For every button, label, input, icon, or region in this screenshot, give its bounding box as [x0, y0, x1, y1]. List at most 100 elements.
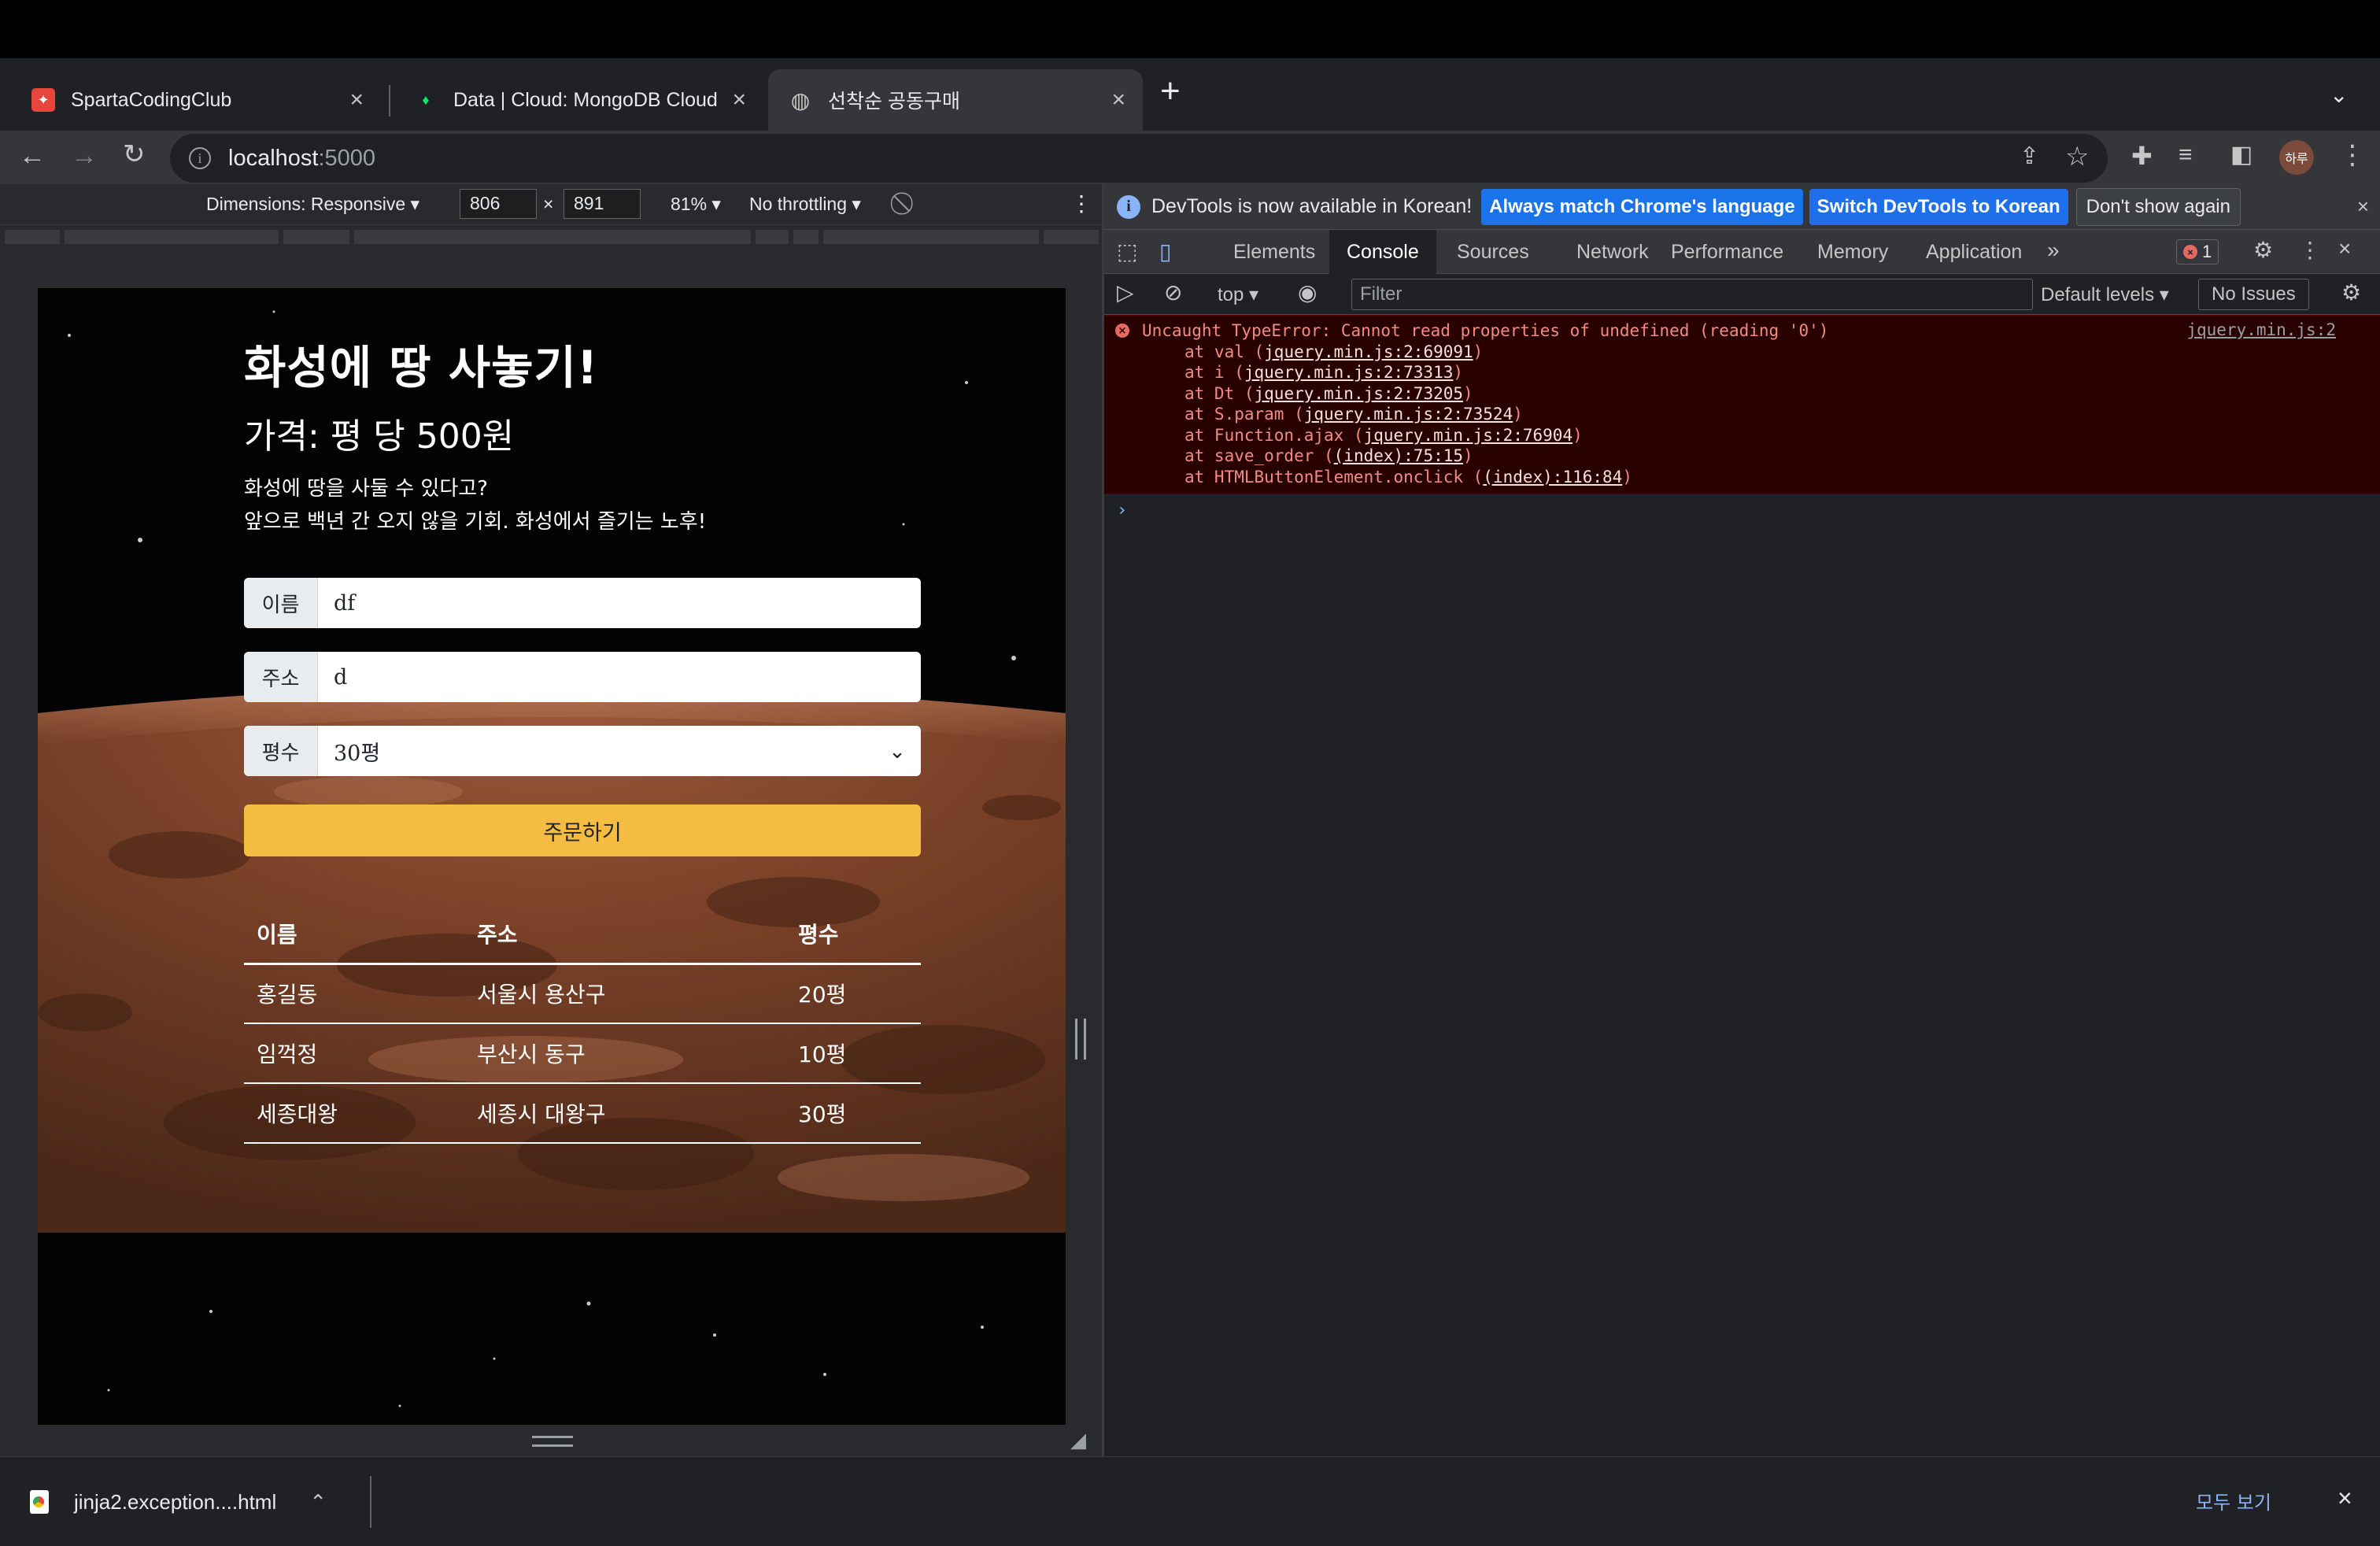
gear-icon[interactable]: ⚙	[2341, 282, 2361, 304]
show-all-downloads-button[interactable]: 모두 보기	[2196, 1487, 2271, 1515]
extensions-puzzle-icon[interactable]: ✚	[2131, 143, 2153, 168]
bookmark-star-icon[interactable]: ☆	[2065, 143, 2089, 170]
table-row: 임꺽정 부산시 동구 10평	[244, 1023, 921, 1084]
price-subtitle: 가격: 평 당 500원	[244, 416, 515, 457]
console-prompt[interactable]: ›	[1104, 501, 2380, 520]
close-icon[interactable]: ×	[2338, 238, 2351, 260]
tab-performance[interactable]: Performance	[1654, 230, 1801, 274]
match-language-button[interactable]: Always match Chrome's language	[1481, 188, 1803, 225]
tab-memory[interactable]: Memory	[1800, 230, 1905, 274]
tab-sources[interactable]: Sources	[1439, 230, 1547, 274]
tab-console[interactable]: Console	[1329, 230, 1436, 274]
viewport-resize-handle-right[interactable]	[1075, 1019, 1086, 1060]
tab-title: SpartaCodingClub	[71, 88, 232, 111]
cell-name: 임꺽정	[244, 1023, 464, 1084]
tab-strip: ✦ SpartaCodingClub × ♦ Data | Cloud: Mon…	[0, 58, 2380, 131]
mongodb-leaf-icon: ♦	[422, 91, 430, 108]
context-select[interactable]: top ▾	[1218, 283, 1258, 306]
infobar-message: DevTools is now available in Korean!	[1151, 195, 1473, 217]
log-levels-label: Default levels	[2041, 284, 2155, 305]
more-vertical-icon[interactable]: ⋮	[2299, 239, 2321, 261]
media-queue-icon[interactable]: ≡	[2179, 143, 2193, 167]
more-vertical-icon[interactable]: ⋮	[1070, 190, 1092, 216]
forward-arrow-icon[interactable]: →	[71, 142, 98, 169]
zoom-label: 81%	[671, 194, 708, 214]
inspect-element-icon[interactable]: ⬚	[1117, 241, 1137, 263]
page-content: 화성에 땅 사놓기! 가격: 평 당 500원 화성에 땅을 사둘 수 있다고?…	[244, 331, 921, 1144]
chevron-down-icon[interactable]: ⌄	[874, 726, 921, 776]
stack-frame: at S.param (jquery.min.js:2:73524)	[1184, 405, 1523, 423]
height-input[interactable]: 891	[564, 189, 641, 219]
tab-elements[interactable]: Elements	[1216, 230, 1332, 274]
clear-console-icon[interactable]: ⊘	[1164, 282, 1182, 304]
switch-korean-button[interactable]: Switch DevTools to Korean	[1809, 188, 2068, 225]
name-label: 이름	[244, 578, 318, 628]
size-field: 평수 30평 ⌄	[244, 726, 921, 776]
column-header-address: 주소	[464, 905, 785, 965]
device-toolbar: Dimensions: Responsive ▾ 806 × 891 81% ▾…	[0, 184, 1102, 225]
order-button[interactable]: 주문하기	[244, 804, 921, 856]
back-arrow-icon[interactable]: ←	[19, 142, 46, 169]
error-count-badge[interactable]: × 1	[2176, 239, 2219, 264]
sidebar-toggle-icon[interactable]: ▷	[1117, 282, 1134, 304]
tab-spartacodingclub[interactable]: ✦ SpartaCodingClub ×	[11, 69, 381, 131]
dimensions-label: Dimensions: Responsive	[206, 194, 406, 214]
stack-frame: at Dt (jquery.min.js:2:73205)	[1184, 383, 1473, 403]
zoom-select[interactable]: 81% ▾	[671, 194, 721, 215]
address-input[interactable]: d	[318, 652, 921, 702]
stack-frame: at val (jquery.min.js:2:69091)	[1184, 342, 1484, 361]
table-header-row: 이름 주소 평수	[244, 905, 921, 965]
stack-frame-link[interactable]: jquery.min.js:2:73205	[1255, 384, 1464, 403]
new-tab-button[interactable]: +	[1160, 74, 1181, 109]
site-info-icon[interactable]: i	[189, 147, 211, 169]
eye-icon[interactable]: ◉	[1298, 282, 1317, 304]
viewport-resize-handle-bottom[interactable]	[532, 1436, 573, 1447]
filter-input[interactable]: Filter	[1351, 279, 2033, 310]
log-levels-select[interactable]: Default levels ▾	[2041, 283, 2169, 306]
close-icon[interactable]: ×	[732, 87, 746, 113]
stack-frame-link[interactable]: (index):75:15	[1334, 446, 1463, 465]
console-toolbar: ▷ ⊘ top ▾ ◉ Filter Default levels ▾ No I…	[1104, 274, 2380, 315]
throttling-select[interactable]: No throttling ▾	[749, 194, 861, 215]
name-input[interactable]: df	[318, 578, 921, 628]
resize-corner-icon[interactable]: ◢	[1070, 1428, 1086, 1452]
more-tabs-icon[interactable]: »	[2047, 239, 2060, 261]
description-line-2: 앞으로 백년 간 오지 않을 기회. 화성에서 즐기는 노후!	[244, 510, 707, 534]
stack-frame-link[interactable]: jquery.min.js:2:73313	[1244, 363, 1454, 382]
profile-avatar[interactable]: 하루	[2279, 140, 2314, 175]
download-separator	[370, 1476, 371, 1528]
stack-frame-link[interactable]: jquery.min.js:2:73524	[1304, 405, 1513, 423]
tab-application[interactable]: Application	[1909, 230, 2039, 274]
download-item[interactable]: jinja2.exception....html ⌃	[30, 1457, 327, 1546]
size-select[interactable]: 30평	[318, 726, 874, 776]
download-shelf: jinja2.exception....html ⌃ 모두 보기 ×	[0, 1456, 2380, 1546]
more-vertical-icon[interactable]: ⋮	[2339, 142, 2366, 168]
media-query-bar[interactable]	[0, 225, 1102, 249]
chevron-up-icon[interactable]: ⌃	[309, 1490, 327, 1515]
side-panel-icon[interactable]: ◧	[2230, 143, 2252, 167]
dont-show-again-button[interactable]: Don't show again	[2075, 187, 2241, 226]
stack-frame-link[interactable]: (index):116:84	[1483, 468, 1622, 486]
dimensions-select[interactable]: Dimensions: Responsive ▾	[206, 194, 419, 215]
width-input[interactable]: 806	[460, 189, 537, 219]
error-source-link[interactable]: jquery.min.js:2	[2186, 320, 2336, 339]
stack-frame-link[interactable]: jquery.min.js:2:76904	[1364, 426, 1573, 445]
close-icon[interactable]: ×	[1111, 87, 1125, 113]
tab-network[interactable]: Network	[1559, 230, 1666, 274]
device-toggle-icon[interactable]: ▯	[1159, 241, 1171, 263]
devtools-panel: i DevTools is now available in Korean! A…	[1104, 184, 2380, 1456]
address-bar[interactable]: i localhost:5000 ⇪ ☆	[170, 134, 2108, 183]
close-icon[interactable]: ×	[349, 87, 364, 113]
tab-group-buy[interactable]: ◍ 선착순 공동구매 ×	[768, 69, 1143, 131]
tab-mongodb[interactable]: ♦ Data | Cloud: MongoDB Cloud ×	[394, 69, 763, 131]
gear-icon[interactable]: ⚙	[2253, 239, 2273, 261]
close-icon[interactable]: ×	[2357, 194, 2369, 219]
close-icon[interactable]: ×	[2338, 1484, 2352, 1513]
reload-icon[interactable]: ↻	[123, 141, 146, 168]
console-error-entry: × Uncaught TypeError: Cannot read proper…	[1104, 315, 2380, 494]
error-count: 1	[2202, 242, 2212, 261]
issues-button[interactable]: No Issues	[2198, 279, 2309, 310]
chevron-down-icon[interactable]: ⌄	[2330, 82, 2348, 108]
share-icon[interactable]: ⇪	[2020, 145, 2039, 168]
stack-frame-link[interactable]: jquery.min.js:2:69091	[1264, 342, 1473, 361]
